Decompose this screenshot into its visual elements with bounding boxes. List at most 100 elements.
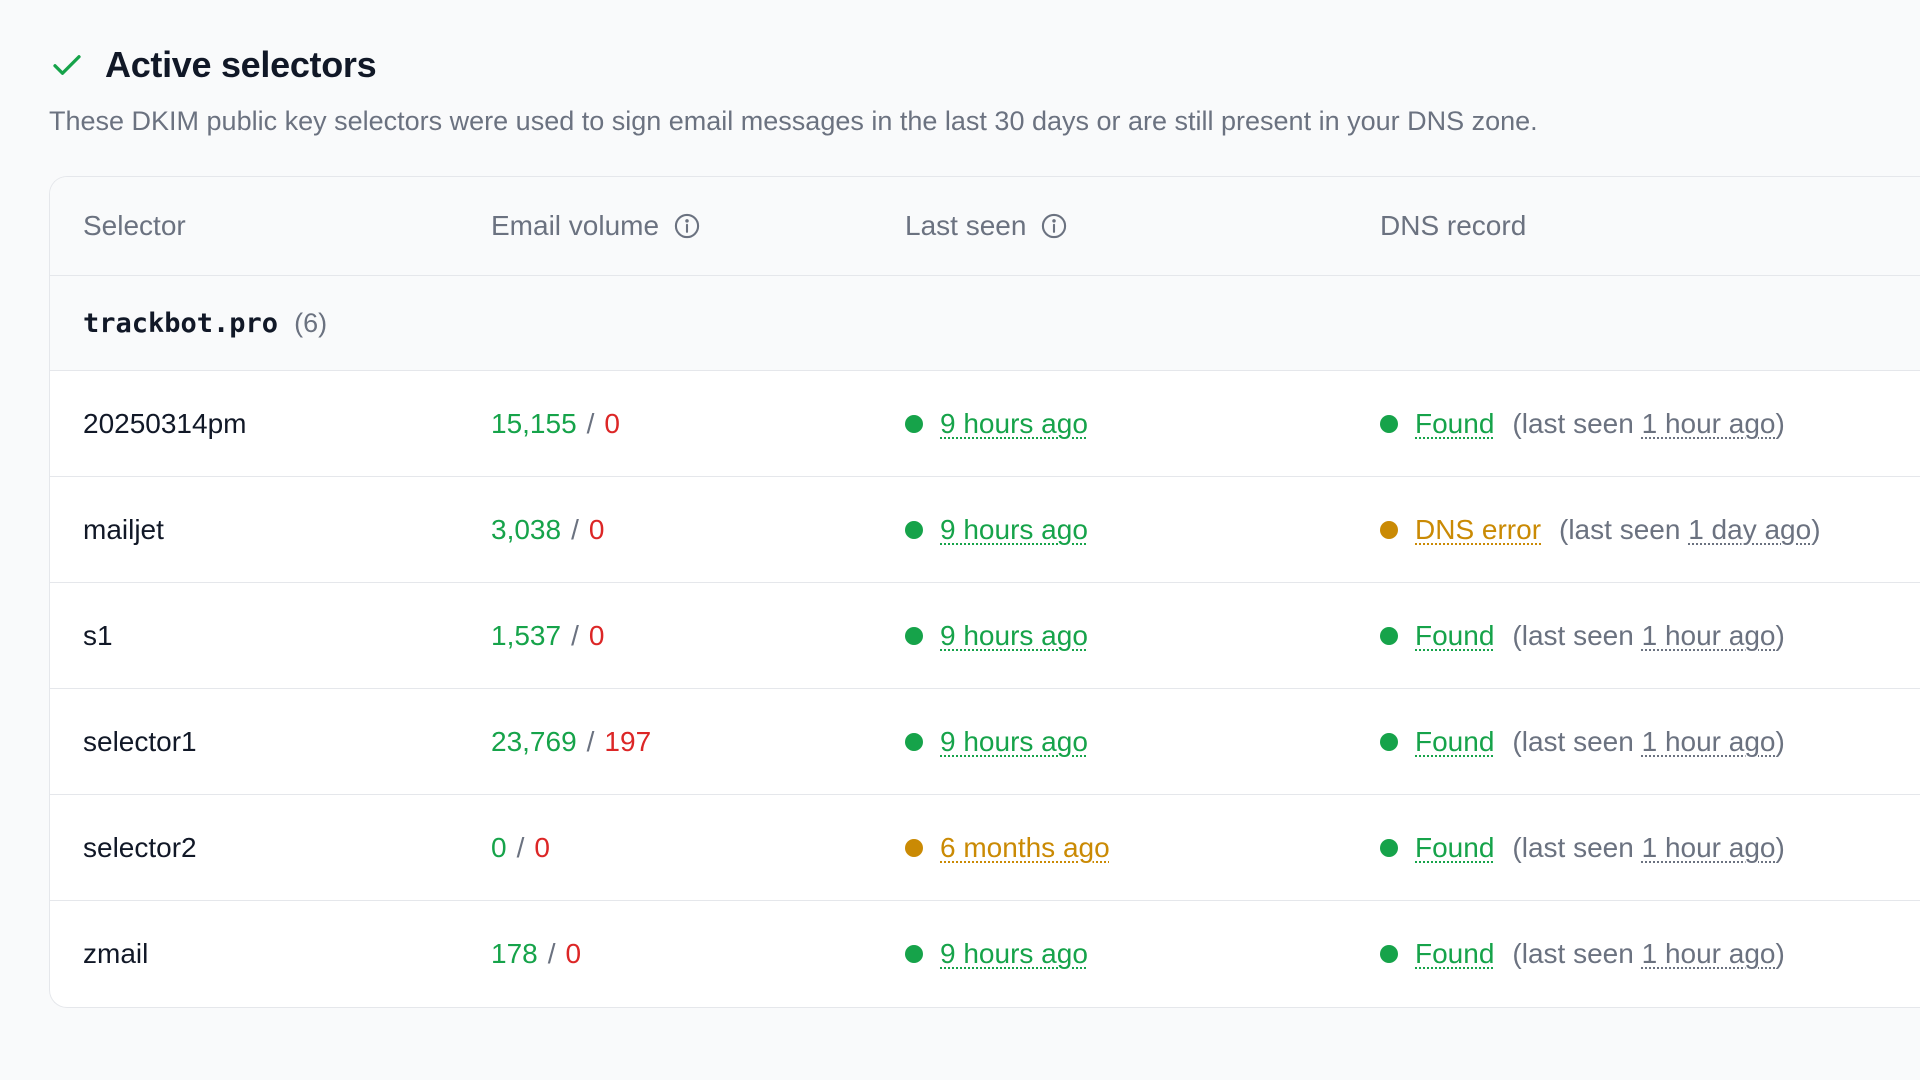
volume-fail: 197: [604, 725, 652, 757]
volume-fail: 0: [604, 407, 620, 439]
dns-last-seen-link[interactable]: 1 hour ago: [1642, 832, 1776, 863]
check-icon: [49, 47, 85, 83]
info-icon[interactable]: [1040, 212, 1068, 240]
column-header-dns-record[interactable]: DNS record: [1380, 177, 1526, 275]
last-seen-link[interactable]: 9 hours ago: [940, 726, 1088, 758]
selector-name: mailjet: [83, 513, 164, 545]
group-domain: trackbot.pro (6): [83, 276, 327, 370]
table-row: 20250314pm 15,155 / 0 9 hours ago Found (last …: [50, 371, 1920, 477]
dns-last-seen-suffix: ): [1811, 513, 1821, 545]
last-seen: 9 hours ago: [905, 371, 1088, 476]
volume-separator: /: [516, 831, 525, 863]
table-row: zmail 178 / 0 9 hours ago Found (last seen 1 h…: [50, 901, 1920, 1006]
last-seen-link[interactable]: 9 hours ago: [940, 408, 1088, 440]
info-icon[interactable]: [673, 212, 701, 240]
section-description: These DKIM public key selectors were use…: [49, 106, 1538, 136]
status-dot: [1380, 838, 1398, 857]
dns-last-seen: (last seen 1 day ago): [1559, 514, 1821, 546]
dns-last-seen-link[interactable]: 1 hour ago: [1642, 938, 1776, 969]
dns-status-link[interactable]: DNS error: [1415, 514, 1541, 546]
dns-last-seen-link[interactable]: 1 day ago: [1688, 514, 1811, 545]
volume-separator: /: [586, 407, 595, 439]
email-volume: 178 / 0: [491, 901, 581, 1006]
volume-fail: 0: [588, 619, 605, 651]
dns-last-seen-suffix: ): [1775, 831, 1785, 863]
table-row: selector1 23,769 / 197 9 hours ago Found (last…: [50, 689, 1920, 795]
dns-last-seen-link[interactable]: 1 hour ago: [1642, 408, 1776, 439]
column-header-selector-label: Selector: [83, 210, 186, 241]
selectors-table: Selector Email volume Last seen DNS reco…: [49, 176, 1920, 1008]
column-header-last-seen-label: Last seen: [905, 210, 1027, 241]
column-header-last-seen[interactable]: Last seen: [905, 177, 1068, 275]
dns-record: Found (last seen 1 hour ago): [1380, 795, 1785, 900]
last-seen: 9 hours ago: [905, 689, 1088, 794]
status-dot: [905, 414, 923, 433]
status-dot: [905, 944, 923, 963]
column-header-selector[interactable]: Selector: [83, 177, 186, 275]
volume-separator: /: [547, 937, 556, 969]
group-row: trackbot.pro (6): [50, 276, 1920, 371]
last-seen-link[interactable]: 9 hours ago: [940, 514, 1088, 546]
status-dot: [1380, 732, 1398, 751]
table-row: s1 1,537 / 0 9 hours ago Found (last seen 1 ho…: [50, 583, 1920, 689]
dns-last-seen-prefix: (last seen: [1512, 619, 1634, 651]
table-header: Selector Email volume Last seen DNS reco…: [50, 177, 1920, 276]
status-dot: [1380, 520, 1398, 539]
volume-pass: 15,155: [491, 407, 577, 439]
table-row: selector2 0 / 0 6 months ago Found (last seen …: [50, 795, 1920, 901]
email-volume: 3,038 / 0: [491, 477, 604, 582]
last-seen-link[interactable]: 6 months ago: [940, 832, 1110, 864]
status-dot: [905, 520, 923, 539]
volume-pass: 23,769: [491, 725, 577, 757]
volume-fail: 0: [588, 513, 605, 545]
dns-last-seen: (last seen 1 hour ago): [1512, 620, 1784, 652]
selector-name: selector1: [83, 725, 197, 757]
volume-separator: /: [586, 725, 595, 757]
last-seen: 9 hours ago: [905, 583, 1088, 688]
dns-record: DNS error (last seen 1 day ago): [1380, 477, 1821, 582]
dns-last-seen-prefix: (last seen: [1512, 725, 1634, 757]
email-volume: 15,155 / 0: [491, 371, 620, 476]
status-dot: [1380, 944, 1398, 963]
column-header-email-volume[interactable]: Email volume: [491, 177, 701, 275]
selector-name: selector2: [83, 831, 197, 863]
dns-record: Found (last seen 1 hour ago): [1380, 901, 1785, 1006]
dns-last-seen-suffix: ): [1775, 937, 1785, 969]
last-seen: 9 hours ago: [905, 477, 1088, 582]
column-header-email-volume-label: Email volume: [491, 210, 660, 241]
dns-last-seen: (last seen 1 hour ago): [1512, 938, 1784, 970]
volume-separator: /: [571, 513, 579, 545]
dns-last-seen-suffix: ): [1775, 725, 1785, 757]
selector-name: s1: [83, 619, 113, 651]
dns-last-seen: (last seen 1 hour ago): [1512, 832, 1784, 864]
volume-pass: 0: [491, 831, 507, 863]
status-dot: [905, 626, 923, 645]
dns-status-link[interactable]: Found: [1415, 408, 1494, 440]
dns-status-link[interactable]: Found: [1415, 726, 1494, 758]
dns-status-link[interactable]: Found: [1415, 620, 1494, 652]
dns-last-seen-prefix: (last seen: [1512, 937, 1634, 969]
last-seen-link[interactable]: 9 hours ago: [940, 938, 1088, 970]
volume-fail: 0: [565, 937, 582, 969]
volume-pass: 3,038: [491, 513, 562, 545]
dns-last-seen-link[interactable]: 1 hour ago: [1642, 726, 1776, 757]
column-header-dns-record-label: DNS record: [1380, 210, 1527, 241]
dns-last-seen-suffix: ): [1775, 619, 1785, 651]
dns-last-seen-prefix: (last seen: [1559, 513, 1681, 545]
dns-last-seen-prefix: (last seen: [1512, 407, 1634, 439]
last-seen: 9 hours ago: [905, 901, 1088, 1006]
table-body: 20250314pm 15,155 / 0 9 hours ago Found (last …: [50, 371, 1920, 1006]
page: Active selectors These DKIM public key s…: [0, 0, 1920, 1080]
volume-pass: 1,537: [491, 619, 562, 651]
dns-status-link[interactable]: Found: [1415, 938, 1494, 970]
dns-last-seen-suffix: ): [1775, 407, 1785, 439]
dns-last-seen: (last seen 1 hour ago): [1512, 726, 1784, 758]
volume-separator: /: [571, 619, 579, 651]
status-dot: [905, 732, 923, 751]
dns-record: Found (last seen 1 hour ago): [1380, 583, 1785, 688]
dns-last-seen-link[interactable]: 1 hour ago: [1642, 620, 1776, 651]
dns-status-link[interactable]: Found: [1415, 832, 1494, 864]
selector-name: zmail: [83, 937, 149, 969]
table-row: mailjet 3,038 / 0 9 hours ago DNS error (last …: [50, 477, 1920, 583]
last-seen-link[interactable]: 9 hours ago: [940, 620, 1088, 652]
